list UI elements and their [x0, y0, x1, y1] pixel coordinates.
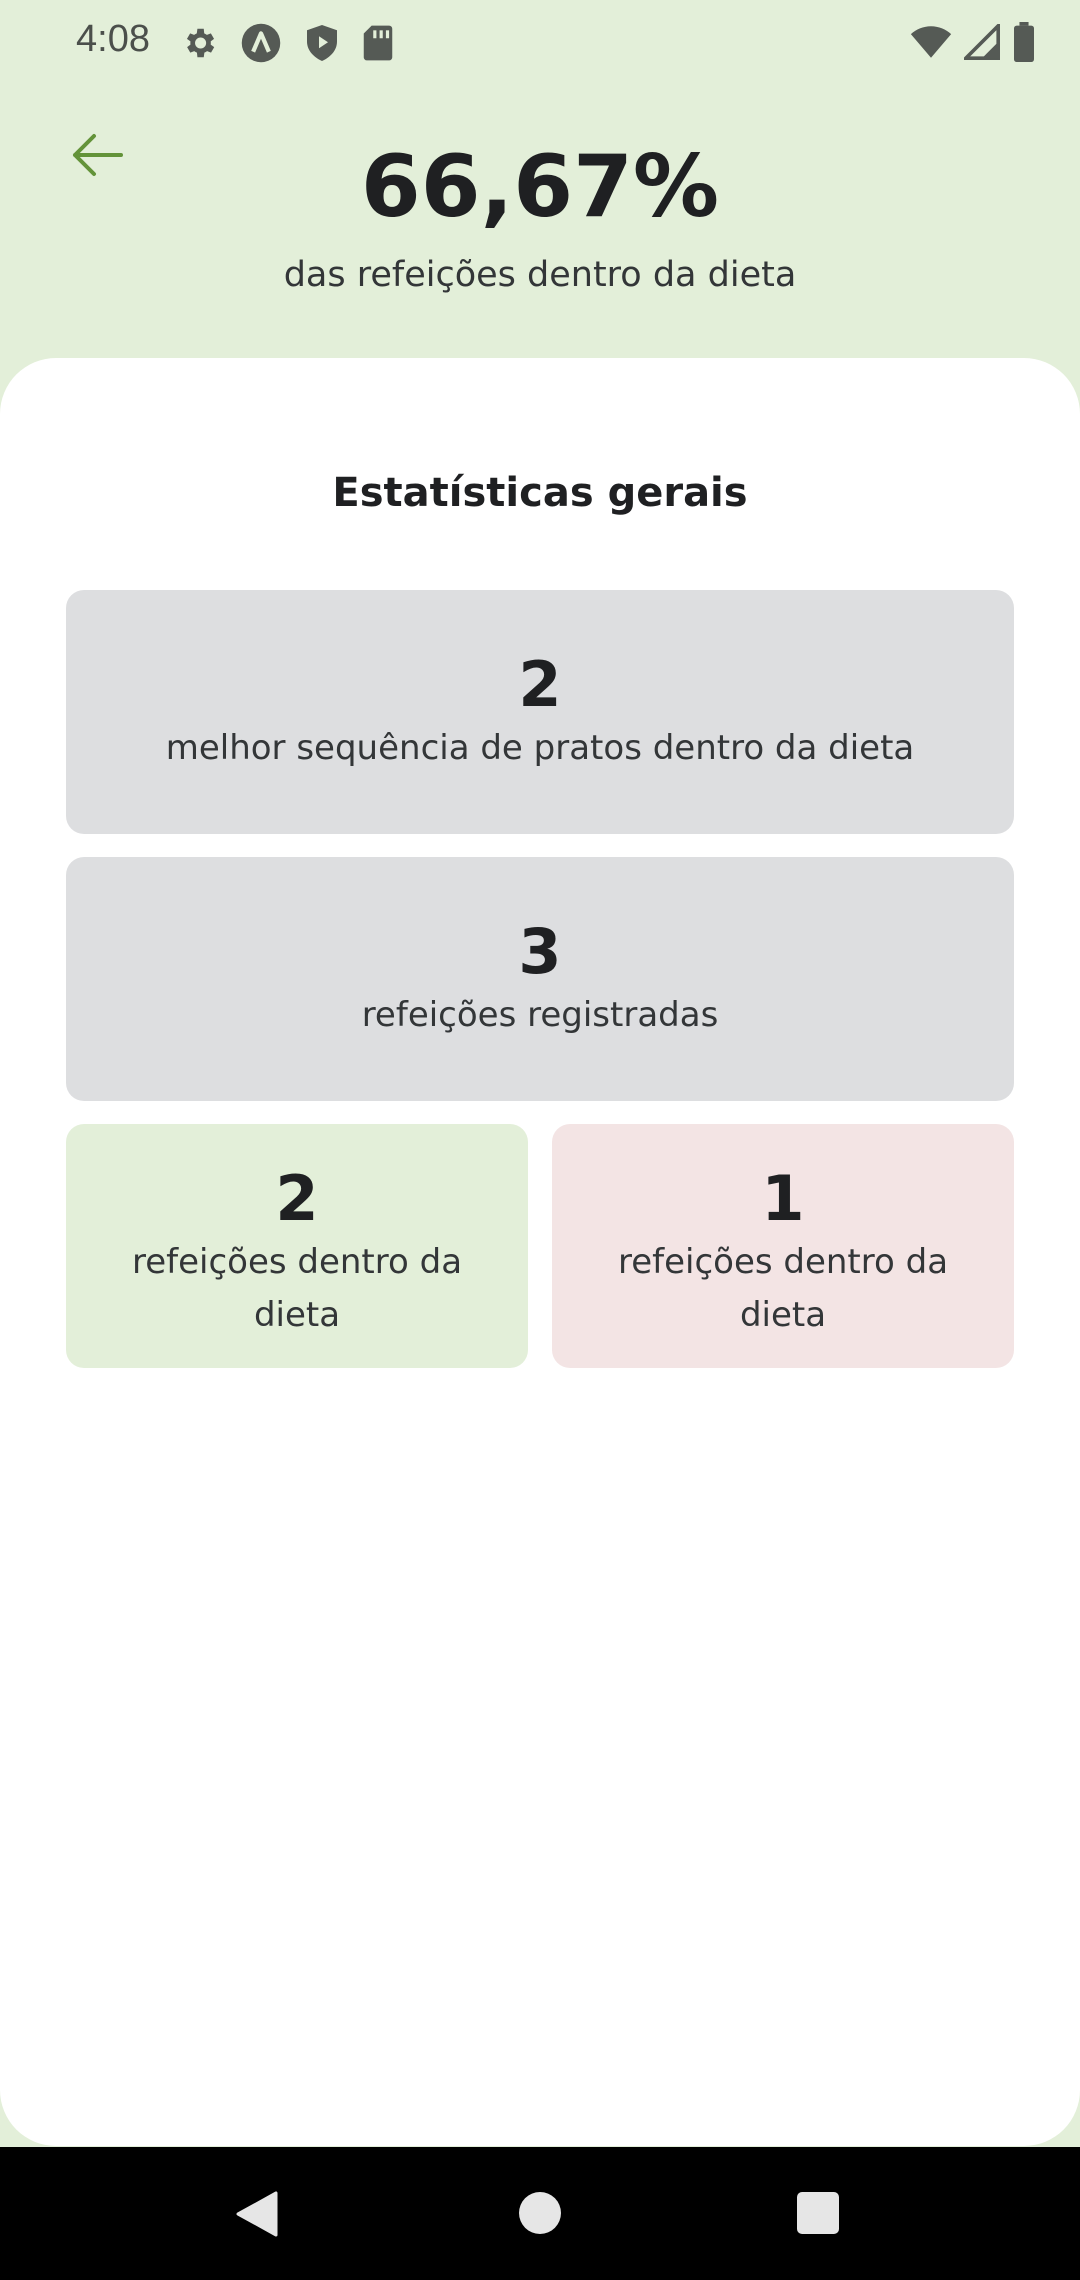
- app-a-icon: [240, 22, 282, 64]
- out-diet-card: 1 refeições dentro da dieta: [552, 1124, 1014, 1368]
- status-icons-right: [910, 21, 1036, 66]
- in-diet-value: 2: [275, 1162, 319, 1235]
- status-time: 4:08: [76, 18, 150, 60]
- recents-square-icon[interactable]: [797, 2192, 839, 2234]
- registered-meals-label: refeições registradas: [361, 995, 719, 1036]
- best-sequence-value: 2: [518, 648, 562, 721]
- in-diet-label: refeições dentro da dieta: [131, 1242, 463, 1336]
- gear-icon: [180, 24, 218, 62]
- in-diet-card: 2 refeições dentro da dieta: [66, 1124, 528, 1368]
- registered-meals-card: 3 refeições registradas: [66, 857, 1014, 1101]
- diet-percentage-subtitle: das refeições dentro da dieta: [283, 255, 797, 295]
- diet-percentage: 66,67%: [360, 137, 720, 237]
- battery-icon: [1012, 22, 1036, 66]
- status-icons-left: [180, 22, 394, 64]
- wifi-icon: [910, 24, 952, 64]
- out-diet-label: refeições dentro da dieta: [617, 1242, 949, 1336]
- signal-icon: [961, 21, 1000, 64]
- section-title: Estatísticas gerais: [332, 470, 748, 516]
- system-nav-bar: [0, 2147, 1080, 2280]
- play-shield-icon: [304, 23, 340, 63]
- out-diet-value: 1: [761, 1162, 805, 1235]
- best-sequence-card: 2 melhor sequência de pratos dentro da d…: [66, 590, 1014, 834]
- back-triangle-icon[interactable]: [236, 2191, 278, 2241]
- sd-card-icon: [362, 24, 394, 62]
- status-bar: 4:08: [0, 0, 1080, 90]
- best-sequence-label: melhor sequência de pratos dentro da die…: [165, 728, 915, 769]
- registered-meals-value: 3: [518, 915, 562, 988]
- home-circle-icon[interactable]: [519, 2192, 561, 2234]
